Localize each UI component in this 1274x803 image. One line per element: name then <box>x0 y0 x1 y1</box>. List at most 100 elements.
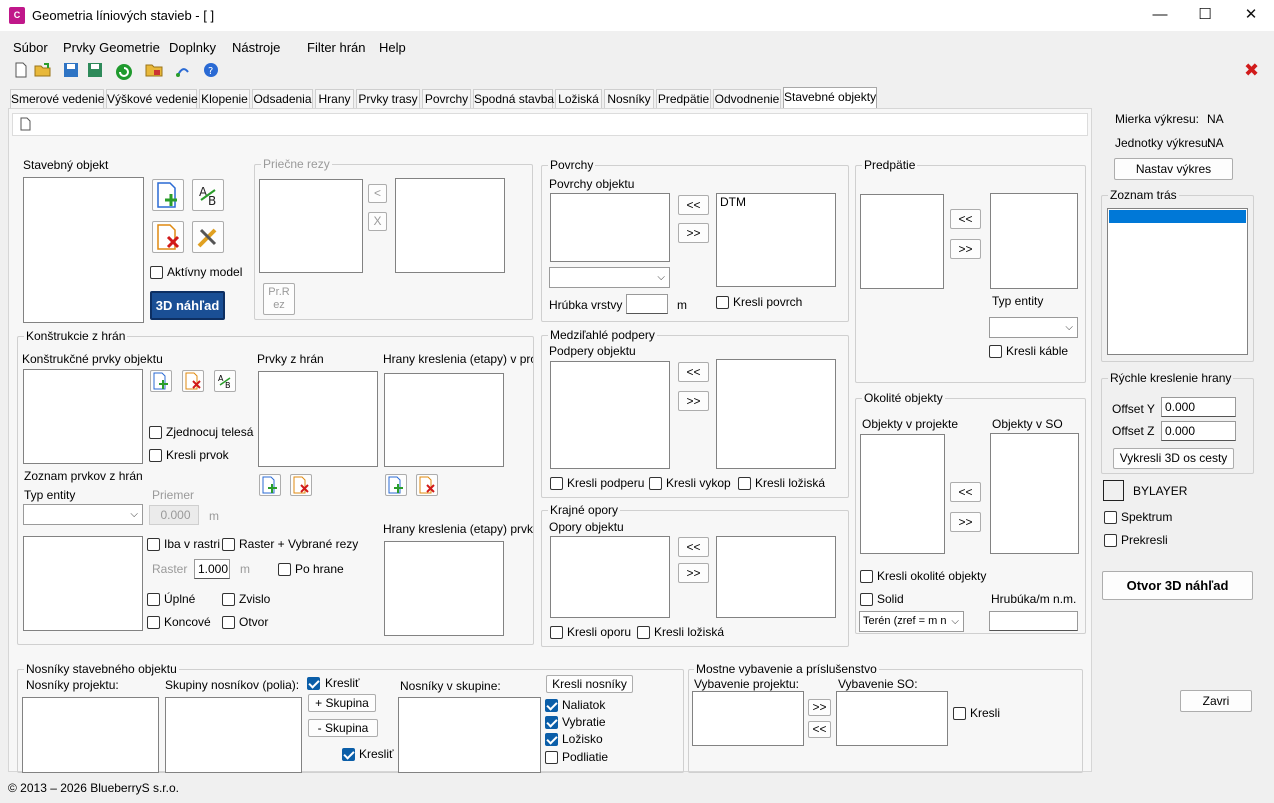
predpatie-remove-button[interactable]: >> <box>950 239 981 259</box>
close-window-button[interactable]: ✕ <box>1228 0 1274 31</box>
povrchy-objektu-list[interactable] <box>550 193 670 262</box>
tab-prvky-trasy[interactable]: Prvky trasy <box>356 89 420 109</box>
delete-object-icon[interactable] <box>152 221 184 253</box>
vybavenie-so-list[interactable] <box>836 691 948 746</box>
lozisko-checkbox[interactable] <box>545 733 558 746</box>
menu-prvky-geometrie[interactable]: Prvky Geometrie <box>63 40 160 55</box>
prekresli-checkbox[interactable] <box>1104 534 1117 547</box>
mostne-kresli-checkbox[interactable] <box>953 707 966 720</box>
add-etapa-icon[interactable] <box>385 474 407 496</box>
kreslit-checkbox[interactable] <box>307 677 320 690</box>
stavebny-objekt-list[interactable] <box>23 177 144 323</box>
rename-ab-icon[interactable]: AB <box>192 179 224 211</box>
vybavenie-remove-button[interactable]: << <box>808 721 831 738</box>
podliatie-checkbox[interactable] <box>545 751 558 764</box>
zoznam-tras-selected-item[interactable] <box>1109 210 1246 223</box>
priecne-rezy-list-left[interactable] <box>259 179 363 273</box>
vykresli-3d-os-button[interactable]: Vykresli 3D os cesty <box>1113 448 1234 469</box>
iba-v-rastri-checkbox[interactable] <box>147 538 160 551</box>
opory-remove-button[interactable]: >> <box>678 563 709 583</box>
typ-entity-combo[interactable]: ⌵ <box>23 504 143 525</box>
tab-vyskove-vedenie[interactable]: Výškové vedenie <box>106 89 198 109</box>
tab-spodna-stavba[interactable]: Spodná stavba <box>473 89 554 109</box>
open-folder-icon[interactable] <box>34 62 52 80</box>
koncove-checkbox[interactable] <box>147 616 160 629</box>
3d-nahlad-button[interactable]: 3D náhľad <box>150 291 225 320</box>
bylayer-color-swatch[interactable] <box>1103 480 1124 501</box>
menu-nastroje[interactable]: Nástroje <box>232 40 280 55</box>
add-hrana-icon[interactable] <box>259 474 281 496</box>
kresli-vykop-checkbox[interactable] <box>649 477 662 490</box>
zavri-button[interactable]: Zavri <box>1180 690 1252 712</box>
remove-x-button[interactable]: X <box>368 212 387 231</box>
podpery-remove-button[interactable]: >> <box>678 391 709 411</box>
opory-add-button[interactable]: << <box>678 537 709 557</box>
podpery-add-button[interactable]: << <box>678 362 709 382</box>
minus-skupina-button[interactable]: - Skupina <box>308 719 378 737</box>
add-prvok-icon[interactable] <box>150 370 172 392</box>
kresli-oporu-checkbox[interactable] <box>550 626 563 639</box>
offset-y-input[interactable]: 0.000 <box>1161 397 1236 417</box>
predpatie-add-button[interactable]: << <box>950 209 981 229</box>
vybratie-checkbox[interactable] <box>545 716 558 729</box>
hrubka-vrstvy-input[interactable] <box>626 294 668 314</box>
po-hrane-checkbox[interactable] <box>278 563 291 576</box>
tab-povrchy[interactable]: Povrchy <box>422 89 471 109</box>
vybavenie-add-button[interactable]: >> <box>808 699 831 716</box>
tab-nosniky[interactable]: Nosníky <box>604 89 654 109</box>
tab-predpatie[interactable]: Predpätie <box>656 89 711 109</box>
okolite-add-button[interactable]: << <box>950 482 981 502</box>
edit-pencil-icon[interactable] <box>192 221 224 253</box>
objekty-v-projekte-list[interactable] <box>860 434 945 554</box>
teren-combo[interactable]: Terén (zref = m n ⌵ <box>859 611 964 632</box>
tab-loziska[interactable]: Ložiská <box>555 89 602 109</box>
prvky-z-hran-list[interactable] <box>258 371 378 467</box>
tab-odsadenia[interactable]: Odsadenia <box>252 89 313 109</box>
close-x-icon[interactable]: ✖ <box>1244 60 1259 81</box>
tab-klopenie[interactable]: Klopenie <box>199 89 250 109</box>
povrchy-combo[interactable]: ⌵ <box>549 267 670 288</box>
podpery-objektu-list[interactable] <box>550 361 670 469</box>
delete-etapa-icon[interactable] <box>416 474 438 496</box>
maximize-button[interactable]: ☐ <box>1182 0 1228 31</box>
povrch-item-dtm[interactable]: DTM <box>720 195 746 209</box>
tab-stavebne-objekty[interactable]: Stavebné objekty <box>783 87 877 109</box>
kresli-nosniky-button[interactable]: Kresli nosníky <box>546 675 633 693</box>
rename-prvok-icon[interactable]: AB <box>214 370 236 392</box>
nosniky-projektu-list[interactable] <box>22 697 159 773</box>
podpery-available-list[interactable] <box>716 359 836 469</box>
tab-hrany[interactable]: Hrany <box>315 89 354 109</box>
menu-help[interactable]: Help <box>379 40 406 55</box>
predpatie-typ-combo[interactable]: ⌵ <box>989 317 1078 338</box>
new-file-icon[interactable] <box>12 62 30 80</box>
kresli-loziska-opory-checkbox[interactable] <box>637 626 650 639</box>
prierez-button[interactable]: Pr.R ez <box>263 283 295 315</box>
add-object-icon[interactable] <box>152 179 184 211</box>
okolite-remove-button[interactable]: >> <box>950 512 981 532</box>
raster-vybrane-checkbox[interactable] <box>222 538 235 551</box>
priecne-rezy-list-right[interactable] <box>395 178 505 273</box>
menu-doplnky[interactable]: Doplnky <box>169 40 216 55</box>
otvor-3d-nahlad-button[interactable]: Otvor 3D náhľad <box>1102 571 1253 600</box>
zoznam-prvkov-list[interactable] <box>23 536 143 631</box>
save-icon[interactable] <box>62 62 80 80</box>
move-left-button[interactable]: < <box>368 184 387 203</box>
vybavenie-projektu-list[interactable] <box>692 691 804 746</box>
konstrukcne-prvky-list[interactable] <box>23 369 143 464</box>
kresli-podperu-checkbox[interactable] <box>550 477 563 490</box>
plus-skupina-button[interactable]: + Skupina <box>308 694 376 712</box>
offset-z-input[interactable]: 0.000 <box>1161 421 1236 441</box>
folder-settings-icon[interactable] <box>145 62 163 80</box>
save-as-icon[interactable] <box>86 62 104 80</box>
tab-odvodnenie[interactable]: Odvodnenie <box>713 89 781 109</box>
opory-objektu-list[interactable] <box>550 536 670 618</box>
hrany-kreslenia-prvku-list[interactable] <box>384 541 504 636</box>
zjednocuj-checkbox[interactable] <box>149 426 162 439</box>
predpatie-list-right[interactable] <box>990 193 1078 289</box>
refresh-icon[interactable] <box>114 62 132 80</box>
delete-prvok-icon[interactable] <box>182 370 204 392</box>
otvor-checkbox[interactable] <box>222 616 235 629</box>
zvislo-checkbox[interactable] <box>222 593 235 606</box>
aktivny-model-checkbox[interactable] <box>150 266 163 279</box>
nastav-vykres-button[interactable]: Nastav výkres <box>1114 158 1233 180</box>
